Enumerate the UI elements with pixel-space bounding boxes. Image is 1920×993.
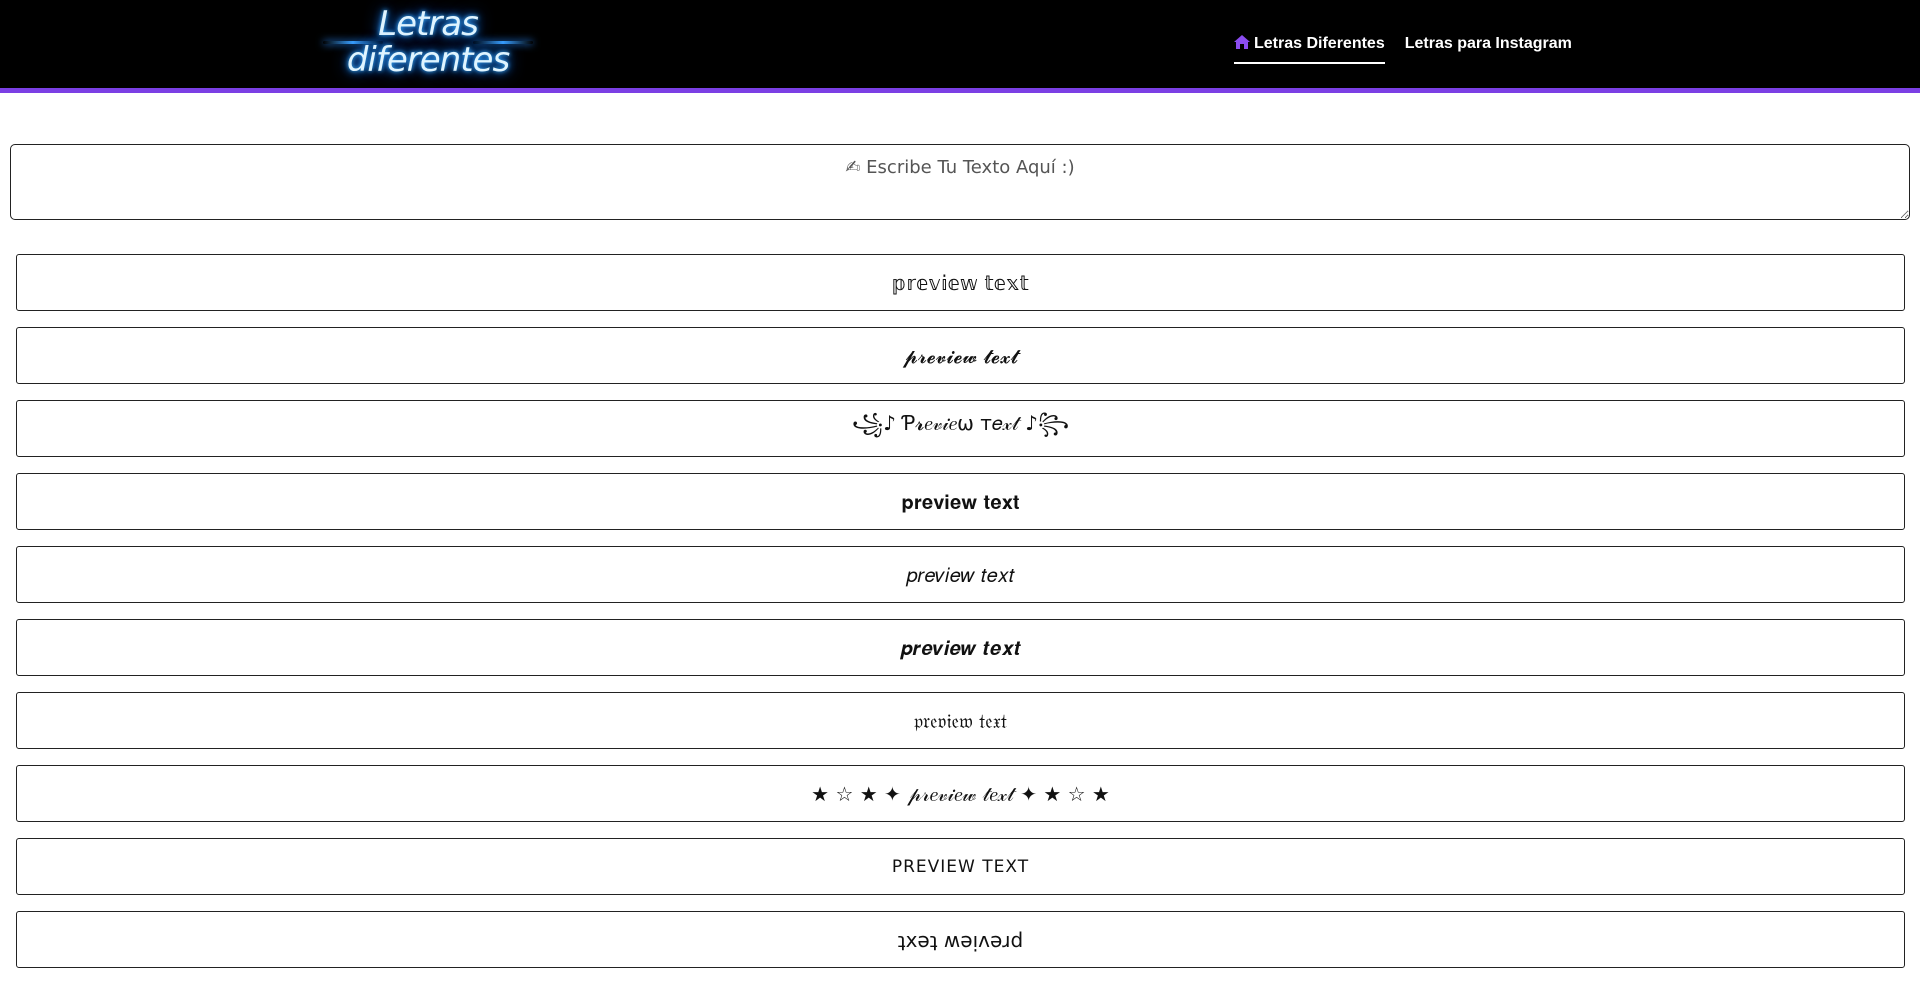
results-list: 𝕡𝕣𝕖𝕧𝕚𝕖𝕨 𝕥𝕖𝕩𝕥 𝓹𝓻𝓮𝓿𝓲𝓮𝔀 𝓽𝓮𝔁𝓽 ꧁♪ Ƥ𝓻𝑒𝓋𝒾𝑒ω т𝑒𝓍…: [16, 254, 1905, 984]
result-item-decorated-script[interactable]: ꧁♪ Ƥ𝓻𝑒𝓋𝒾𝑒ω т𝑒𝓍𝓉 ♪꧂: [16, 400, 1905, 457]
nav-link-letras-instagram[interactable]: Letras para Instagram: [1405, 33, 1572, 64]
result-item-italic[interactable]: 𝑝𝑟𝑒𝑣𝑖𝑒𝑤 𝑡𝑒𝑥𝑡: [16, 546, 1905, 603]
site-logo[interactable]: Letras diferentes: [323, 4, 533, 82]
result-item-bold[interactable]: 𝐩𝐫𝐞𝐯𝐢𝐞𝐰 𝐭𝐞𝐱𝐭: [16, 473, 1905, 530]
top-navbar: Letras diferentes Letras Diferentes Letr…: [0, 0, 1920, 93]
text-input[interactable]: [10, 144, 1910, 220]
logo-line-2: diferentes: [346, 40, 510, 80]
nav-link-label: Letras para Instagram: [1404, 35, 1572, 52]
logo-line-1: Letras: [378, 4, 479, 44]
home-icon: [1234, 35, 1250, 49]
result-item-double-struck[interactable]: 𝕡𝕣𝕖𝕧𝕚𝕖𝕨 𝕥𝕖𝕩𝕥: [16, 254, 1905, 311]
nav-link-label: Letras Diferentes: [1254, 35, 1385, 52]
nav-link-letras-diferentes[interactable]: Letras Diferentes: [1234, 33, 1385, 64]
main-nav: Letras Diferentes Letras para Instagram: [1234, 33, 1572, 64]
result-item-bold-script[interactable]: 𝓹𝓻𝓮𝓿𝓲𝓮𝔀 𝓽𝓮𝔁𝓽: [16, 327, 1905, 384]
result-item-bold-italic[interactable]: 𝒑𝒓𝒆𝒗𝒊𝒆𝒘 𝒕𝒆𝒙𝒕: [16, 619, 1905, 676]
result-item-stars-decorated[interactable]: ★ ☆ ★ ✦ 𝓅𝓇𝑒𝓋𝒾𝑒𝓌 𝓉𝑒𝓍𝓉 ✦ ★ ☆ ★: [16, 765, 1905, 822]
result-item-uppercase[interactable]: PREVIEW TEXT: [16, 838, 1905, 895]
result-item-fraktur[interactable]: 𝔭𝔯𝔢𝔳𝔦𝔢𝔴 𝔱𝔢𝔵𝔱: [16, 692, 1905, 749]
result-item-upside-down[interactable]: ʇxǝʇ ʍǝᴉʌǝɹd: [16, 911, 1905, 968]
